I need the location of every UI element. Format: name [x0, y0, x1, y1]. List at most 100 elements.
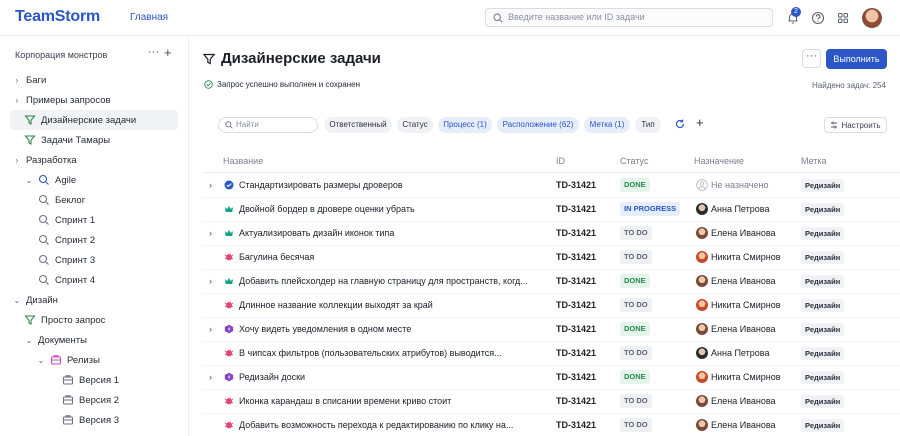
assignee-name[interactable]: Елена Иванова	[711, 420, 776, 430]
sidebar-item-query-examples[interactable]: › Примеры запросов	[12, 90, 111, 110]
chevron-right-icon[interactable]: ›	[209, 276, 212, 286]
nav-home-link[interactable]: Главная	[130, 12, 168, 23]
sidebar-item-design[interactable]: ⌄ Дизайн	[12, 290, 58, 310]
table-row[interactable]: В чипсах фильтров (пользовательских атри…	[203, 342, 900, 366]
help-icon[interactable]	[811, 11, 825, 25]
label-badge[interactable]: Редизайн	[801, 203, 845, 216]
more-icon[interactable]: ···	[148, 46, 159, 58]
chevron-right-icon[interactable]: ›	[209, 180, 212, 190]
reset-icon[interactable]	[674, 118, 686, 130]
table-row[interactable]: › Редизайн доски TD-31421 DONE Никита См…	[203, 366, 900, 390]
task-title[interactable]: В чипсах фильтров (пользовательских атри…	[239, 348, 549, 358]
user-avatar[interactable]	[862, 8, 882, 28]
assignee-name[interactable]: Никита Смирнов	[711, 372, 781, 382]
label-badge[interactable]: Редизайн	[801, 251, 845, 264]
chevron-right-icon[interactable]: ›	[209, 324, 212, 334]
sidebar-item-agile[interactable]: ⌄ Agile	[24, 170, 76, 190]
column-header-assignee[interactable]: Назначение	[694, 156, 744, 166]
global-search-input[interactable]: Введите название или ID задачи	[485, 8, 773, 27]
sidebar-item-releases[interactable]: ⌄ Релизы	[36, 350, 100, 370]
task-title[interactable]: Актуализировать дизайн иконок типа	[239, 228, 549, 238]
filter-chip-status[interactable]: Статус	[397, 117, 433, 133]
status-badge[interactable]: DONE	[620, 274, 650, 288]
sidebar-item-sprint-2[interactable]: Спринт 2	[38, 230, 95, 250]
table-row[interactable]: › Стандартизировать размеры дроверов TD-…	[203, 174, 900, 198]
sidebar-item-version-2[interactable]: Версия 2	[62, 390, 119, 410]
table-row[interactable]: Багулина бесячая TD-31421 TO DO Никита С…	[203, 246, 900, 270]
sidebar-item-backlog[interactable]: Беклог	[38, 190, 85, 210]
apps-grid-icon[interactable]	[836, 11, 850, 25]
assignee-name[interactable]: Никита Смирнов	[711, 300, 781, 310]
label-badge[interactable]: Редизайн	[801, 299, 845, 312]
column-header-name[interactable]: Название	[223, 156, 263, 166]
task-title[interactable]: Двойной бордер в дровере оценки убрать	[239, 204, 549, 214]
label-badge[interactable]: Редизайн	[801, 323, 845, 336]
assignee-name[interactable]: Не назначено	[711, 180, 768, 190]
chevron-right-icon[interactable]: ›	[209, 228, 212, 238]
assignee-name[interactable]: Анна Петрова	[711, 348, 769, 358]
status-badge[interactable]: DONE	[620, 322, 650, 336]
table-row[interactable]: › Добавить плейсхолдер на главную страни…	[203, 270, 900, 294]
assignee-name[interactable]: Елена Иванова	[711, 276, 776, 286]
task-title[interactable]: Стандартизировать размеры дроверов	[239, 180, 549, 190]
label-badge[interactable]: Редизайн	[801, 179, 845, 192]
task-title[interactable]: Добавить возможность перехода к редактир…	[239, 420, 549, 430]
assignee-name[interactable]: Никита Смирнов	[711, 252, 781, 262]
sidebar-item-documents[interactable]: ⌄ Документы	[24, 330, 87, 350]
table-row[interactable]: Иконка карандаш в списании времени криво…	[203, 390, 900, 414]
sidebar-item-design-tasks[interactable]: Дизайнерские задачи	[10, 110, 178, 130]
sidebar-item-simple-query[interactable]: Просто запрос	[24, 310, 105, 330]
table-row[interactable]: › Хочу видеть уведомления в одном месте …	[203, 318, 900, 342]
task-title[interactable]: Багулина бесячая	[239, 252, 549, 262]
task-title[interactable]: Добавить плейсхолдер на главную страницу…	[239, 276, 549, 286]
column-header-status[interactable]: Статус	[620, 156, 648, 166]
status-badge[interactable]: TO DO	[620, 418, 652, 432]
status-badge[interactable]: TO DO	[620, 250, 652, 264]
table-row[interactable]: › Актуализировать дизайн иконок типа TD-…	[203, 222, 900, 246]
label-badge[interactable]: Редизайн	[801, 419, 845, 432]
table-row[interactable]: Двойной бордер в дровере оценки убрать T…	[203, 198, 900, 222]
run-button[interactable]: Выполнить	[826, 49, 887, 69]
configure-button[interactable]: Настроить	[824, 117, 887, 133]
filter-chip-type[interactable]: Тип	[635, 117, 661, 133]
status-badge[interactable]: TO DO	[620, 298, 652, 312]
label-badge[interactable]: Редизайн	[801, 227, 845, 240]
sidebar-item-tamara-tasks[interactable]: Задачи Тамары	[24, 130, 110, 150]
assignee-name[interactable]: Анна Петрова	[711, 204, 769, 214]
table-row[interactable]: Добавить возможность перехода к редактир…	[203, 414, 900, 436]
label-badge[interactable]: Редизайн	[801, 371, 845, 384]
task-title[interactable]: Хочу видеть уведомления в одном месте	[239, 324, 549, 334]
status-badge[interactable]: DONE	[620, 370, 650, 384]
task-title[interactable]: Длинное название коллекции выходят за кр…	[239, 300, 549, 310]
app-logo[interactable]: TeamStorm	[15, 8, 100, 26]
more-button[interactable]: ···	[802, 49, 821, 68]
sidebar-item-sprint-4[interactable]: Спринт 4	[38, 270, 95, 290]
assignee-name[interactable]: Елена Иванова	[711, 396, 776, 406]
add-filter-icon[interactable]: +	[696, 115, 704, 130]
table-row[interactable]: Длинное название коллекции выходят за кр…	[203, 294, 900, 318]
assignee-name[interactable]: Елена Иванова	[711, 228, 776, 238]
status-badge[interactable]: TO DO	[620, 394, 652, 408]
label-badge[interactable]: Редизайн	[801, 275, 845, 288]
filter-chip-label[interactable]: Метка (1)	[584, 117, 630, 133]
column-header-label[interactable]: Метка	[801, 156, 827, 166]
sidebar-item-sprint-1[interactable]: Спринт 1	[38, 210, 95, 230]
filter-search-input[interactable]: Найти	[218, 117, 318, 133]
status-badge[interactable]: IN PROGRESS	[620, 202, 681, 216]
add-icon[interactable]: +	[164, 45, 172, 60]
column-header-id[interactable]: ID	[556, 156, 565, 166]
label-badge[interactable]: Редизайн	[801, 395, 845, 408]
sidebar-item-sprint-3[interactable]: Спринт 3	[38, 250, 95, 270]
status-badge[interactable]: TO DO	[620, 346, 652, 360]
status-badge[interactable]: DONE	[620, 178, 650, 192]
filter-chip-location[interactable]: Расположение (62)	[497, 117, 579, 133]
assignee-name[interactable]: Елена Иванова	[711, 324, 776, 334]
sidebar-item-version-3[interactable]: Версия 3	[62, 410, 119, 430]
chevron-right-icon[interactable]: ›	[209, 372, 212, 382]
status-badge[interactable]: TO DO	[620, 226, 652, 240]
sidebar-item-version-1[interactable]: Версия 1	[62, 370, 119, 390]
task-title[interactable]: Редизайн доски	[239, 372, 549, 382]
task-title[interactable]: Иконка карандаш в списании времени криво…	[239, 396, 549, 406]
filter-chip-assignee[interactable]: Ответственный	[324, 117, 392, 133]
filter-chip-process[interactable]: Процесс (1)	[438, 117, 492, 133]
